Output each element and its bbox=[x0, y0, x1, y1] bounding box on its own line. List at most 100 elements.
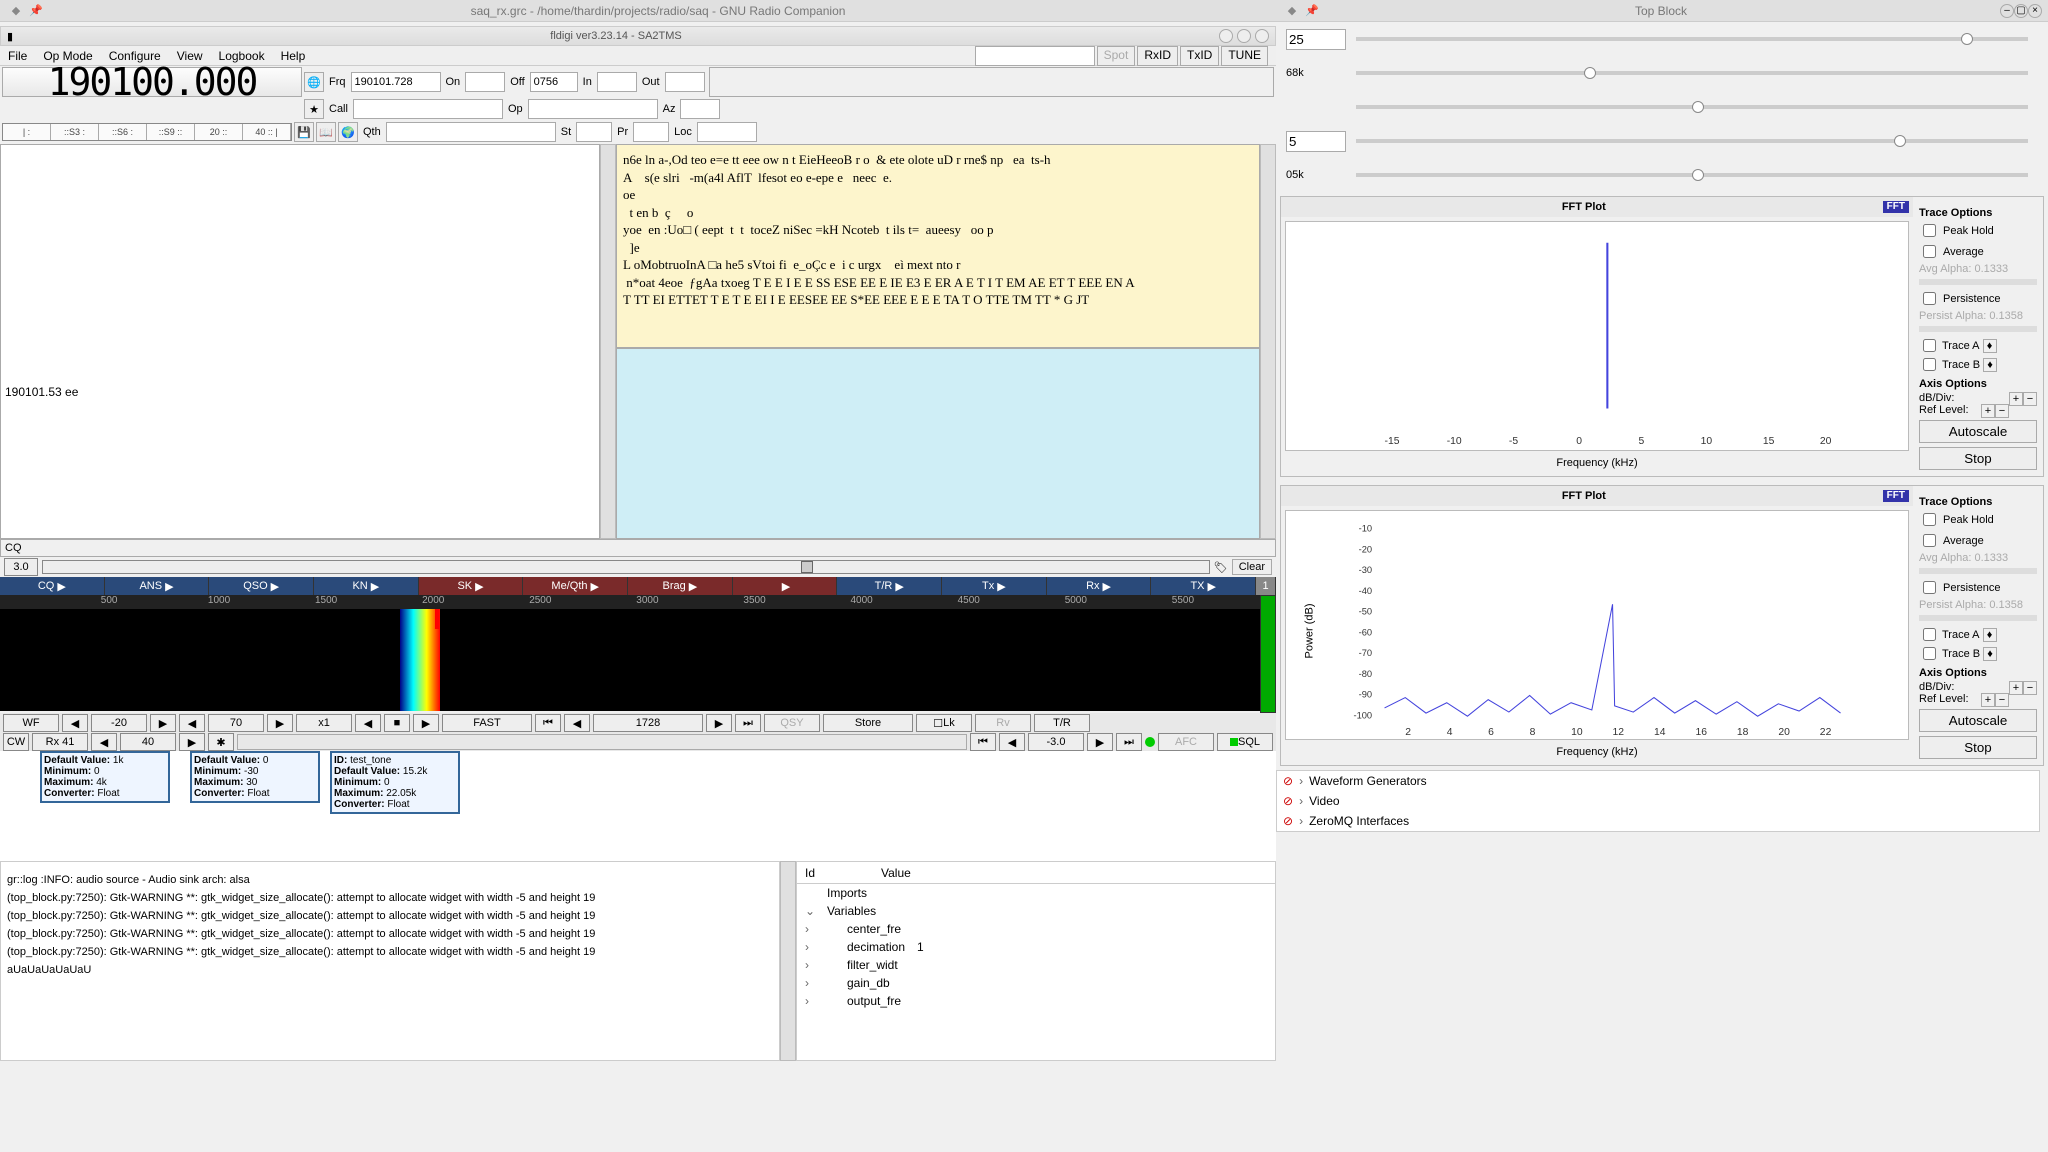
stop-icon[interactable]: ■ bbox=[384, 714, 410, 732]
slider-4[interactable] bbox=[1356, 173, 2028, 177]
off-input[interactable] bbox=[530, 72, 578, 92]
st-input[interactable] bbox=[576, 122, 612, 142]
decode-text[interactable]: n6e ln a-,Od teo e=e tt eee ow n t EieHe… bbox=[616, 144, 1260, 348]
tune-button[interactable]: TUNE bbox=[1221, 46, 1268, 66]
rxid-button[interactable]: RxID bbox=[1137, 46, 1178, 66]
scrollbar[interactable] bbox=[600, 144, 616, 539]
stop-button[interactable]: Stop bbox=[1919, 736, 2037, 759]
autoscale-button[interactable]: Autoscale bbox=[1919, 420, 2037, 443]
save-icon[interactable]: 💾 bbox=[294, 122, 314, 142]
center-freq[interactable]: 1728 bbox=[593, 714, 703, 732]
persistence-checkbox[interactable]: Persistence bbox=[1919, 578, 2037, 597]
scrollbar-2[interactable] bbox=[1260, 144, 1276, 539]
close-icon-2[interactable]: × bbox=[2028, 4, 2042, 18]
tree-item[interactable]: ⌄Variables bbox=[797, 902, 1275, 920]
min-icon[interactable]: – bbox=[2000, 4, 2014, 18]
qth-input[interactable] bbox=[386, 122, 556, 142]
minus-icon[interactable]: − bbox=[2023, 392, 2037, 406]
max-icon[interactable]: ▢ bbox=[2014, 4, 2028, 18]
persist-slider[interactable] bbox=[1919, 615, 2037, 621]
macro-page[interactable]: 1 bbox=[1256, 577, 1276, 595]
wpm-slider[interactable] bbox=[42, 560, 1210, 574]
macro-brag[interactable]: Brag▶ bbox=[628, 577, 733, 595]
r2-icon[interactable]: ⏭ bbox=[1116, 733, 1142, 751]
close-icon[interactable] bbox=[1255, 29, 1269, 43]
trace-b[interactable]: Trace B ♦ bbox=[1919, 355, 2037, 374]
rx-monitor[interactable]: 190101.53 ee bbox=[0, 144, 600, 539]
minus-icon[interactable]: − bbox=[2023, 681, 2037, 695]
minus-icon[interactable]: − bbox=[1995, 693, 2009, 707]
tree-item[interactable]: ›center_fre bbox=[797, 920, 1275, 938]
spot-button[interactable]: Spot bbox=[1097, 46, 1136, 66]
grc-block[interactable]: ID: test_toneDefault Value: 15.2kMinimum… bbox=[330, 751, 460, 814]
menu-file[interactable]: File bbox=[8, 49, 27, 63]
persistence-checkbox[interactable]: Persistence bbox=[1919, 289, 2037, 308]
fft1-plot[interactable]: -15-10-5 0510 1520 bbox=[1285, 221, 1909, 451]
wf-button[interactable]: WF bbox=[3, 714, 59, 732]
fft-badge[interactable]: FFT bbox=[1883, 201, 1909, 213]
block-tree-item[interactable]: ⊘›Video bbox=[1277, 791, 2039, 811]
play-icon[interactable]: ▶ bbox=[413, 714, 439, 732]
left2-icon[interactable]: ◀ bbox=[179, 714, 205, 732]
trace-b[interactable]: Trace B ♦ bbox=[1919, 644, 2037, 663]
fft-badge-2[interactable]: FFT bbox=[1883, 490, 1909, 502]
search-input[interactable] bbox=[975, 46, 1095, 66]
restore-icon[interactable]: ◆ bbox=[8, 3, 24, 19]
peak-hold-checkbox[interactable]: Peak Hold bbox=[1919, 510, 2037, 529]
call-input[interactable] bbox=[353, 99, 503, 119]
tx-text[interactable] bbox=[616, 348, 1260, 540]
macro-kn[interactable]: KN▶ bbox=[314, 577, 419, 595]
inc-icon[interactable]: ▶ bbox=[179, 733, 205, 751]
tag-icon[interactable]: 🏷 bbox=[1214, 561, 1228, 574]
afc-button[interactable]: AFC bbox=[1158, 733, 1214, 751]
block-tree-item[interactable]: ⊘›Waveform Generators bbox=[1277, 771, 2039, 791]
avg-slider[interactable] bbox=[1919, 568, 2037, 574]
plus-icon[interactable]: + bbox=[1981, 404, 1995, 418]
macro-ans[interactable]: ANS▶ bbox=[105, 577, 210, 595]
book-icon[interactable]: 📖 bbox=[316, 122, 336, 142]
slider-value-0[interactable] bbox=[1286, 29, 1346, 50]
in-input[interactable] bbox=[597, 72, 637, 92]
grc-canvas[interactable]: Default Value: 1kMinimum: 0Maximum: 4kCo… bbox=[0, 751, 1276, 861]
macro-cq[interactable]: CQ▶ bbox=[0, 577, 105, 595]
rewind-icon[interactable]: ◀ bbox=[355, 714, 381, 732]
prev-icon[interactable]: ◀ bbox=[564, 714, 590, 732]
pin-icon[interactable]: 📌 bbox=[28, 3, 44, 19]
plus-icon[interactable]: + bbox=[2009, 681, 2023, 695]
on-input[interactable] bbox=[465, 72, 505, 92]
slider-0[interactable] bbox=[1356, 37, 2028, 41]
restore-icon-2[interactable]: ◆ bbox=[1284, 3, 1300, 19]
average-checkbox[interactable]: Average bbox=[1919, 531, 2037, 550]
average-checkbox[interactable]: Average bbox=[1919, 242, 2037, 261]
tree-item[interactable]: ›output_fre bbox=[797, 992, 1275, 1010]
console[interactable]: gr::log :INFO: audio source - Audio sink… bbox=[0, 861, 780, 1061]
slider-3[interactable] bbox=[1356, 139, 2028, 143]
persist-slider[interactable] bbox=[1919, 326, 2037, 332]
plus-icon[interactable]: + bbox=[2009, 392, 2023, 406]
clear-button[interactable]: Clear bbox=[1232, 559, 1272, 575]
op-input[interactable] bbox=[528, 99, 658, 119]
macro-t/r[interactable]: T/R▶ bbox=[837, 577, 942, 595]
frequency-display[interactable]: 190100.000 bbox=[2, 67, 302, 97]
right-icon[interactable]: ▶ bbox=[150, 714, 176, 732]
sql-button[interactable]: SQL bbox=[1217, 733, 1273, 751]
db-val[interactable]: -3.0 bbox=[1028, 733, 1084, 751]
tr-button[interactable]: T/R bbox=[1034, 714, 1090, 732]
l1-icon[interactable]: ⏮ bbox=[970, 733, 996, 751]
macro-tx[interactable]: TX▶ bbox=[1151, 577, 1256, 595]
globe-icon[interactable]: 🌐 bbox=[304, 72, 324, 92]
star-icon[interactable]: ★ bbox=[304, 99, 324, 119]
macro-me/qth[interactable]: Me/Qth▶ bbox=[523, 577, 628, 595]
wf-v2[interactable]: 70 bbox=[208, 714, 264, 732]
macro-qso[interactable]: QSO▶ bbox=[209, 577, 314, 595]
waterfall[interactable] bbox=[0, 609, 1260, 711]
wpm[interactable]: 40 bbox=[120, 733, 176, 751]
left-icon[interactable]: ◀ bbox=[62, 714, 88, 732]
fft2-plot[interactable]: Power (dB) -10-20-30-40-50-60-70-80-90-1… bbox=[1285, 510, 1909, 740]
world-icon[interactable]: 🌍 bbox=[338, 122, 358, 142]
macro-tx[interactable]: Tx▶ bbox=[942, 577, 1047, 595]
right2-icon[interactable]: ▶ bbox=[267, 714, 293, 732]
minimize-icon[interactable] bbox=[1219, 29, 1233, 43]
txid-button[interactable]: TxID bbox=[1180, 46, 1219, 66]
star-icon-2[interactable]: ✱ bbox=[208, 733, 234, 751]
